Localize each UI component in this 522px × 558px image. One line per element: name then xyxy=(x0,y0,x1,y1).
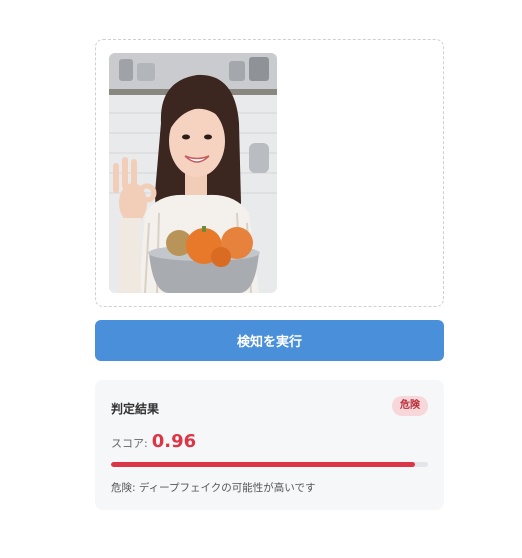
image-upload-area[interactable] xyxy=(95,39,444,307)
uploaded-photo xyxy=(109,53,277,293)
score-value: 0.96 xyxy=(151,431,197,452)
run-detection-button[interactable]: 検知を実行 xyxy=(95,320,444,361)
result-message: 危険: ディープフェイクの可能性が高いです xyxy=(111,482,316,494)
status-badge: 危険 xyxy=(392,396,428,416)
score-progress-bar xyxy=(111,462,428,467)
result-card: 判定結果 危険 スコア: 0.96 危険: ディープフェイクの可能性が高いです xyxy=(95,380,444,510)
score-progress-fill xyxy=(111,462,416,467)
result-title: 判定結果 xyxy=(111,402,160,416)
score-label: スコア: xyxy=(111,437,148,450)
score-row: スコア: 0.96 xyxy=(111,431,196,452)
